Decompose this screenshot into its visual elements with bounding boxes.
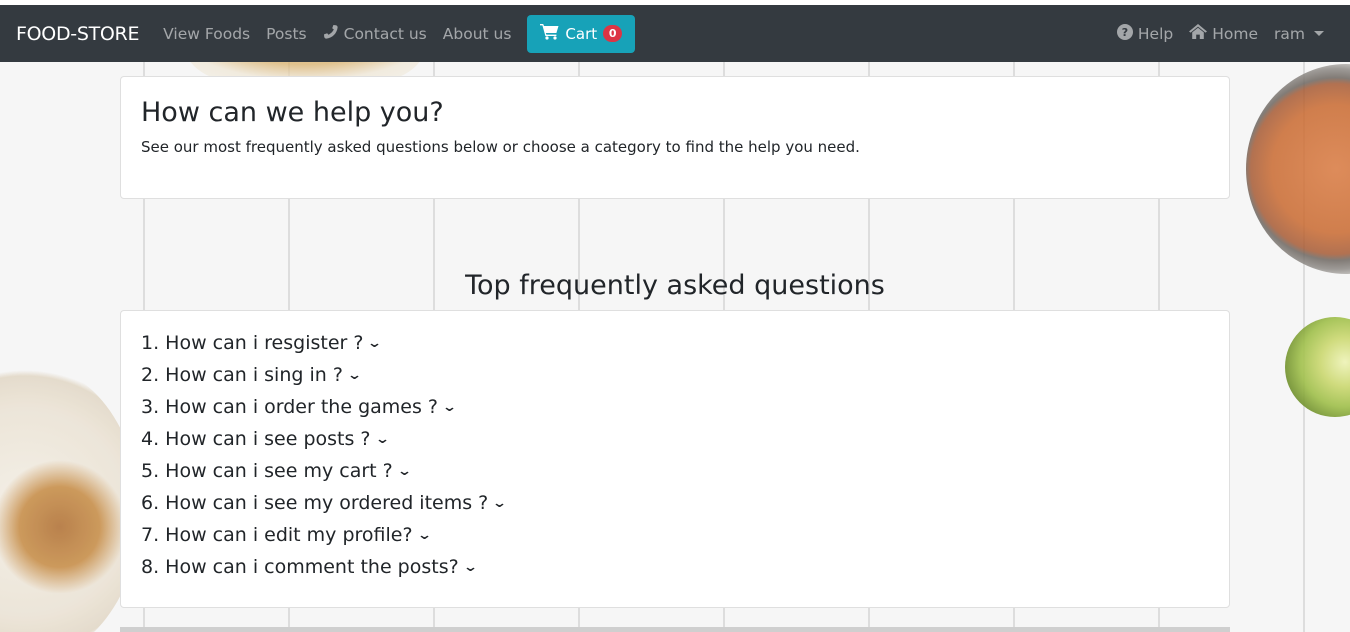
next-section-edge [120,627,1230,632]
faq-question: 8. How can i comment the posts? [141,556,459,578]
faq-item[interactable]: 4. How can i see posts ? ⌄ [141,423,1209,455]
faq-item[interactable]: 3. How can i order the games ? ⌄ [141,391,1209,423]
help-card: How can we help you? See our most freque… [120,76,1230,199]
spice-bowl-decoration [1246,64,1350,274]
faq-item[interactable]: 6. How can i see my ordered items ? ⌄ [141,487,1209,519]
chevron-down-icon: ⌄ [462,559,478,575]
faq-item[interactable]: 2. How can i sing in ? ⌄ [141,359,1209,391]
faq-question: 4. How can i see posts ? [141,428,371,450]
cart-icon [540,23,559,44]
nav-view-foods[interactable]: View Foods [163,25,250,43]
chevron-down-icon: ⌄ [396,463,412,479]
chevron-down-icon: ⌄ [441,399,458,415]
nav-about-us[interactable]: About us [443,25,512,43]
nav-home[interactable]: Home [1189,24,1258,43]
chevron-down-icon: ⌄ [367,335,383,351]
faq-item[interactable]: 8. How can i comment the posts? ⌄ [141,551,1209,583]
svg-text:?: ? [1122,26,1128,39]
help-title: How can we help you? [141,97,444,128]
faq-item[interactable]: 1. How can i resgister ? ⌄ [141,327,1209,359]
nav-about-us-label: About us [442,24,512,43]
cart-label: Cart [565,24,598,43]
navbar: FOOD-STORE View Foods Posts Contact us A… [0,5,1350,62]
nav-home-label: Home [1212,24,1259,43]
faq-question: 2. How can i sing in ? [141,364,343,386]
chevron-down-icon: ⌄ [416,527,432,543]
rice-bowl-decoration [0,362,140,632]
cart-button[interactable]: Cart 0 [527,14,636,53]
nav-contact-us-label: Contact us [343,24,427,43]
faq-question: 7. How can i edit my profile? [141,524,413,546]
nav-help-label: Help [1137,24,1174,43]
help-subtitle: See our most frequently asked questions … [141,138,860,156]
faq-card: 1. How can i resgister ? ⌄ 2. How can i … [120,310,1230,608]
nav-view-foods-label: View Foods [163,24,251,43]
nav-contact-us[interactable]: Contact us [323,24,427,44]
brand-logo[interactable]: FOOD-STORE [16,23,139,45]
faq-heading: Top frequently asked questions [465,270,885,301]
nav-right: ? Help Home ram [1116,23,1334,44]
faq-question: 3. How can i order the games ? [141,396,438,418]
chevron-down-icon: ⌄ [492,495,508,511]
question-circle-icon: ? [1116,23,1133,44]
nav-help[interactable]: ? Help [1116,23,1174,44]
phone-icon [323,24,339,44]
cart-count-badge: 0 [603,25,623,42]
faq-question: 6. How can i see my ordered items ? [141,492,489,514]
nav-posts-label: Posts [266,24,307,43]
home-icon [1189,24,1208,43]
faq-question: 1. How can i resgister ? [141,332,364,354]
faq-item[interactable]: 7. How can i edit my profile? ⌄ [141,519,1209,551]
user-dropdown[interactable]: ram [1274,25,1324,43]
faq-item[interactable]: 5. How can i see my cart ? ⌄ [141,455,1209,487]
user-name: ram [1274,24,1305,43]
lime-decoration [1285,317,1350,417]
chevron-down-icon: ⌄ [346,367,363,383]
faq-question: 5. How can i see my cart ? [141,460,393,482]
caret-down-icon [1314,31,1324,36]
nav-posts[interactable]: Posts [266,25,307,43]
chevron-down-icon: ⌄ [374,431,390,447]
